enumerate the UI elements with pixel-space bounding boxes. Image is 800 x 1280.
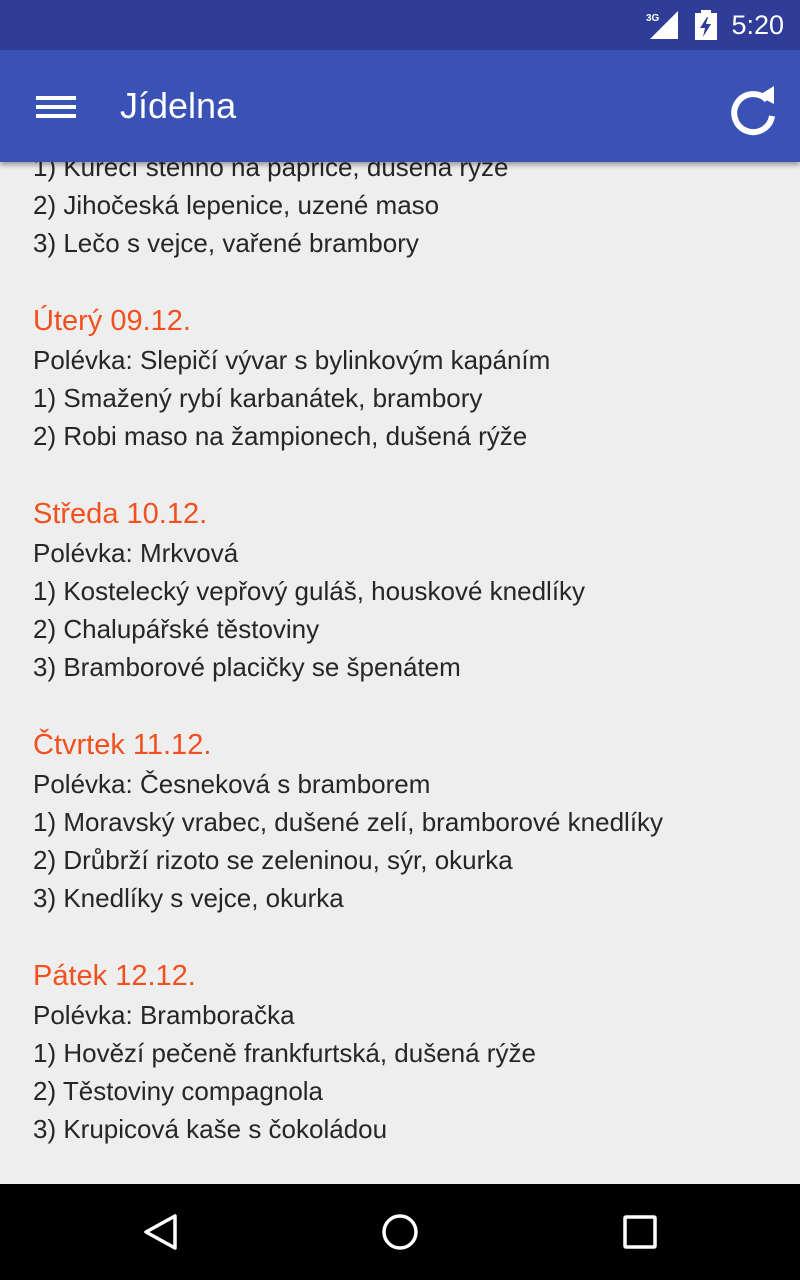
status-time: 5:20 [731,10,784,40]
day-section-wednesday: Středa 10.12. Polévka: Mrkvová 1) Kostel… [0,494,800,686]
menu-item: 2) Těstoviny compagnola [33,1076,324,1106]
app-title: Jídelna [120,85,237,126]
menu-item: 2) Drůbrží rizoto se zeleninou, sýr, oku… [33,845,513,875]
menu-button[interactable] [22,78,78,134]
day-title: Úterý 09.12. [33,305,191,337]
app-bar: Jídelna [0,50,800,162]
soup-item: Polévka: Slepičí vývar s bylinkovým kapá… [33,345,551,375]
day-section-partial: 1) Kuřecí stehno na paprice, dušená rýže… [0,148,800,262]
menu-item: 3) Krupicová kaše s čokoládou [33,1114,388,1144]
refresh-button[interactable] [718,78,788,148]
menu-item: 3) Bramborové placičky se špenátem [33,652,461,682]
menu-content[interactable]: 1) Kuřecí stehno na paprice, dušená rýže… [0,50,800,1184]
status-bar: 3G 5:20 [0,0,800,50]
signal-3g-icon: 3G [646,11,678,39]
menu-item: 1) Smažený rybí karbanátek, brambory [33,383,483,413]
menu-item: 1) Moravský vrabec, dušené zelí, brambor… [33,807,664,837]
home-button[interactable] [370,1204,430,1260]
menu-list: 1) Kuřecí stehno na paprice, dušená rýže… [0,148,800,1184]
menu-item: 3) Knedlíky s vejce, okurka [33,883,344,913]
menu-item: 2) Jihočeská lepenice, uzené maso [33,190,440,220]
soup-item: Polévka: Mrkvová [33,538,239,568]
menu-item: 3) Lečo s vejce, vařené brambory [33,228,419,258]
refresh-icon [731,86,775,136]
menu-item: 1) Kostelecký vepřový guláš, houskové kn… [33,576,586,606]
day-section-thursday: Čtvrtek 11.12. Polévka: Česneková s bram… [0,725,800,917]
menu-item: 1) Hovězí pečeně frankfurtská, dušená rý… [33,1038,536,1068]
day-title: Čtvrtek 11.12. [33,729,212,761]
navigation-bar [0,1184,800,1280]
menu-item: 2) Chalupářské těstoviny [33,614,320,644]
back-icon [144,1214,177,1250]
recents-icon [623,1215,657,1249]
day-section-friday: Pátek 12.12. Polévka: Bramboračka 1) Hov… [0,956,800,1148]
day-title: Pátek 12.12. [33,960,196,992]
menu-item: 2) Robi maso na žampionech, dušená rýže [33,421,528,451]
soup-item: Polévka: Bramboračka [33,1000,295,1030]
day-title: Středa 10.12. [33,498,208,530]
battery-charging-icon [695,10,717,40]
day-section-tuesday: Úterý 09.12. Polévka: Slepičí vývar s by… [0,301,800,455]
back-button[interactable] [130,1204,190,1260]
home-icon [382,1214,418,1250]
recents-button[interactable] [610,1204,670,1260]
network-type-label: 3G [646,13,660,24]
hamburger-menu-icon [36,96,76,118]
soup-item: Polévka: Česneková s bramborem [33,769,431,799]
